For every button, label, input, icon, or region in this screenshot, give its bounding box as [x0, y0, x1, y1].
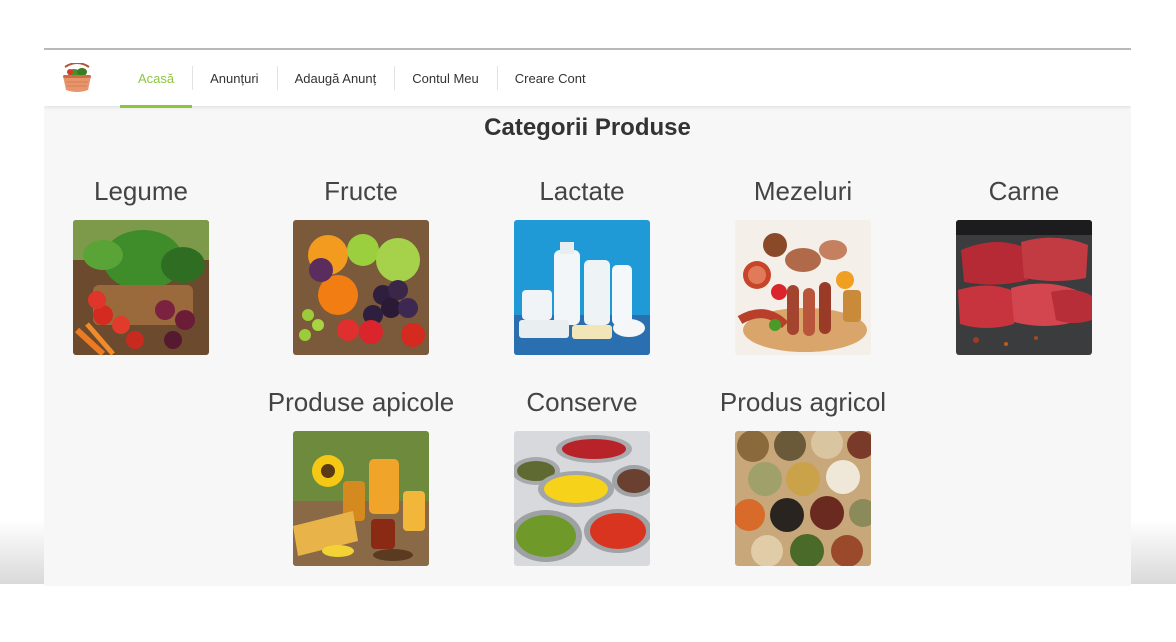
category-card-carne: Carne: [914, 174, 1131, 355]
category-label: Produs agricol: [719, 387, 887, 417]
category-label: Mezeluri: [753, 176, 853, 206]
meat-photo[interactable]: [956, 220, 1092, 355]
dairy-photo[interactable]: [514, 220, 650, 355]
vegetables-photo[interactable]: [73, 220, 209, 355]
category-label: Conserve: [526, 387, 638, 417]
browser-viewport: Acasă Anunțuri Adaugă Anunț Contul Meu C…: [44, 48, 1131, 586]
category-card-mezeluri: Mezeluri: [693, 174, 913, 355]
category-card-fructe: Fructe: [251, 174, 471, 355]
nav-item-acasa[interactable]: Acasă: [120, 50, 193, 108]
category-label: Produse apicole: [267, 387, 455, 417]
category-card-legume: Legume: [44, 174, 251, 355]
grains-seeds-photo[interactable]: [735, 431, 871, 566]
page-title: Categorii Produse: [484, 114, 691, 141]
category-label: Lactate: [539, 176, 625, 206]
nav-item-contul-meu[interactable]: Contul Meu: [394, 50, 496, 106]
bee-products-photo[interactable]: [293, 431, 429, 566]
page-edge-shadow-left: [0, 520, 44, 584]
cold-cuts-photo[interactable]: [735, 220, 871, 355]
navbar: Acasă Anunțuri Adaugă Anunț Contul Meu C…: [44, 50, 1131, 108]
basket-logo-icon[interactable]: [60, 62, 94, 95]
fruits-photo[interactable]: [293, 220, 429, 355]
category-card-produs-agricol: Produs agricol: [693, 385, 913, 566]
category-card-lactate: Lactate: [472, 174, 692, 355]
page-edge-shadow-right: [1131, 520, 1176, 584]
nav-menu: Acasă Anunțuri Adaugă Anunț Contul Meu C…: [120, 50, 604, 108]
category-label: Carne: [988, 176, 1060, 206]
category-label: Legume: [94, 176, 188, 206]
canned-food-photo[interactable]: [514, 431, 650, 566]
nav-item-creare-cont[interactable]: Creare Cont: [496, 50, 604, 106]
category-card-produse-apicole: Produse apicole: [251, 385, 471, 566]
nav-item-adauga-anunt[interactable]: Adaugă Anunț: [276, 50, 395, 106]
nav-item-anunturi[interactable]: Anunțuri: [192, 50, 276, 106]
category-label: Fructe: [324, 176, 398, 206]
category-card-conserve: Conserve: [472, 385, 692, 566]
